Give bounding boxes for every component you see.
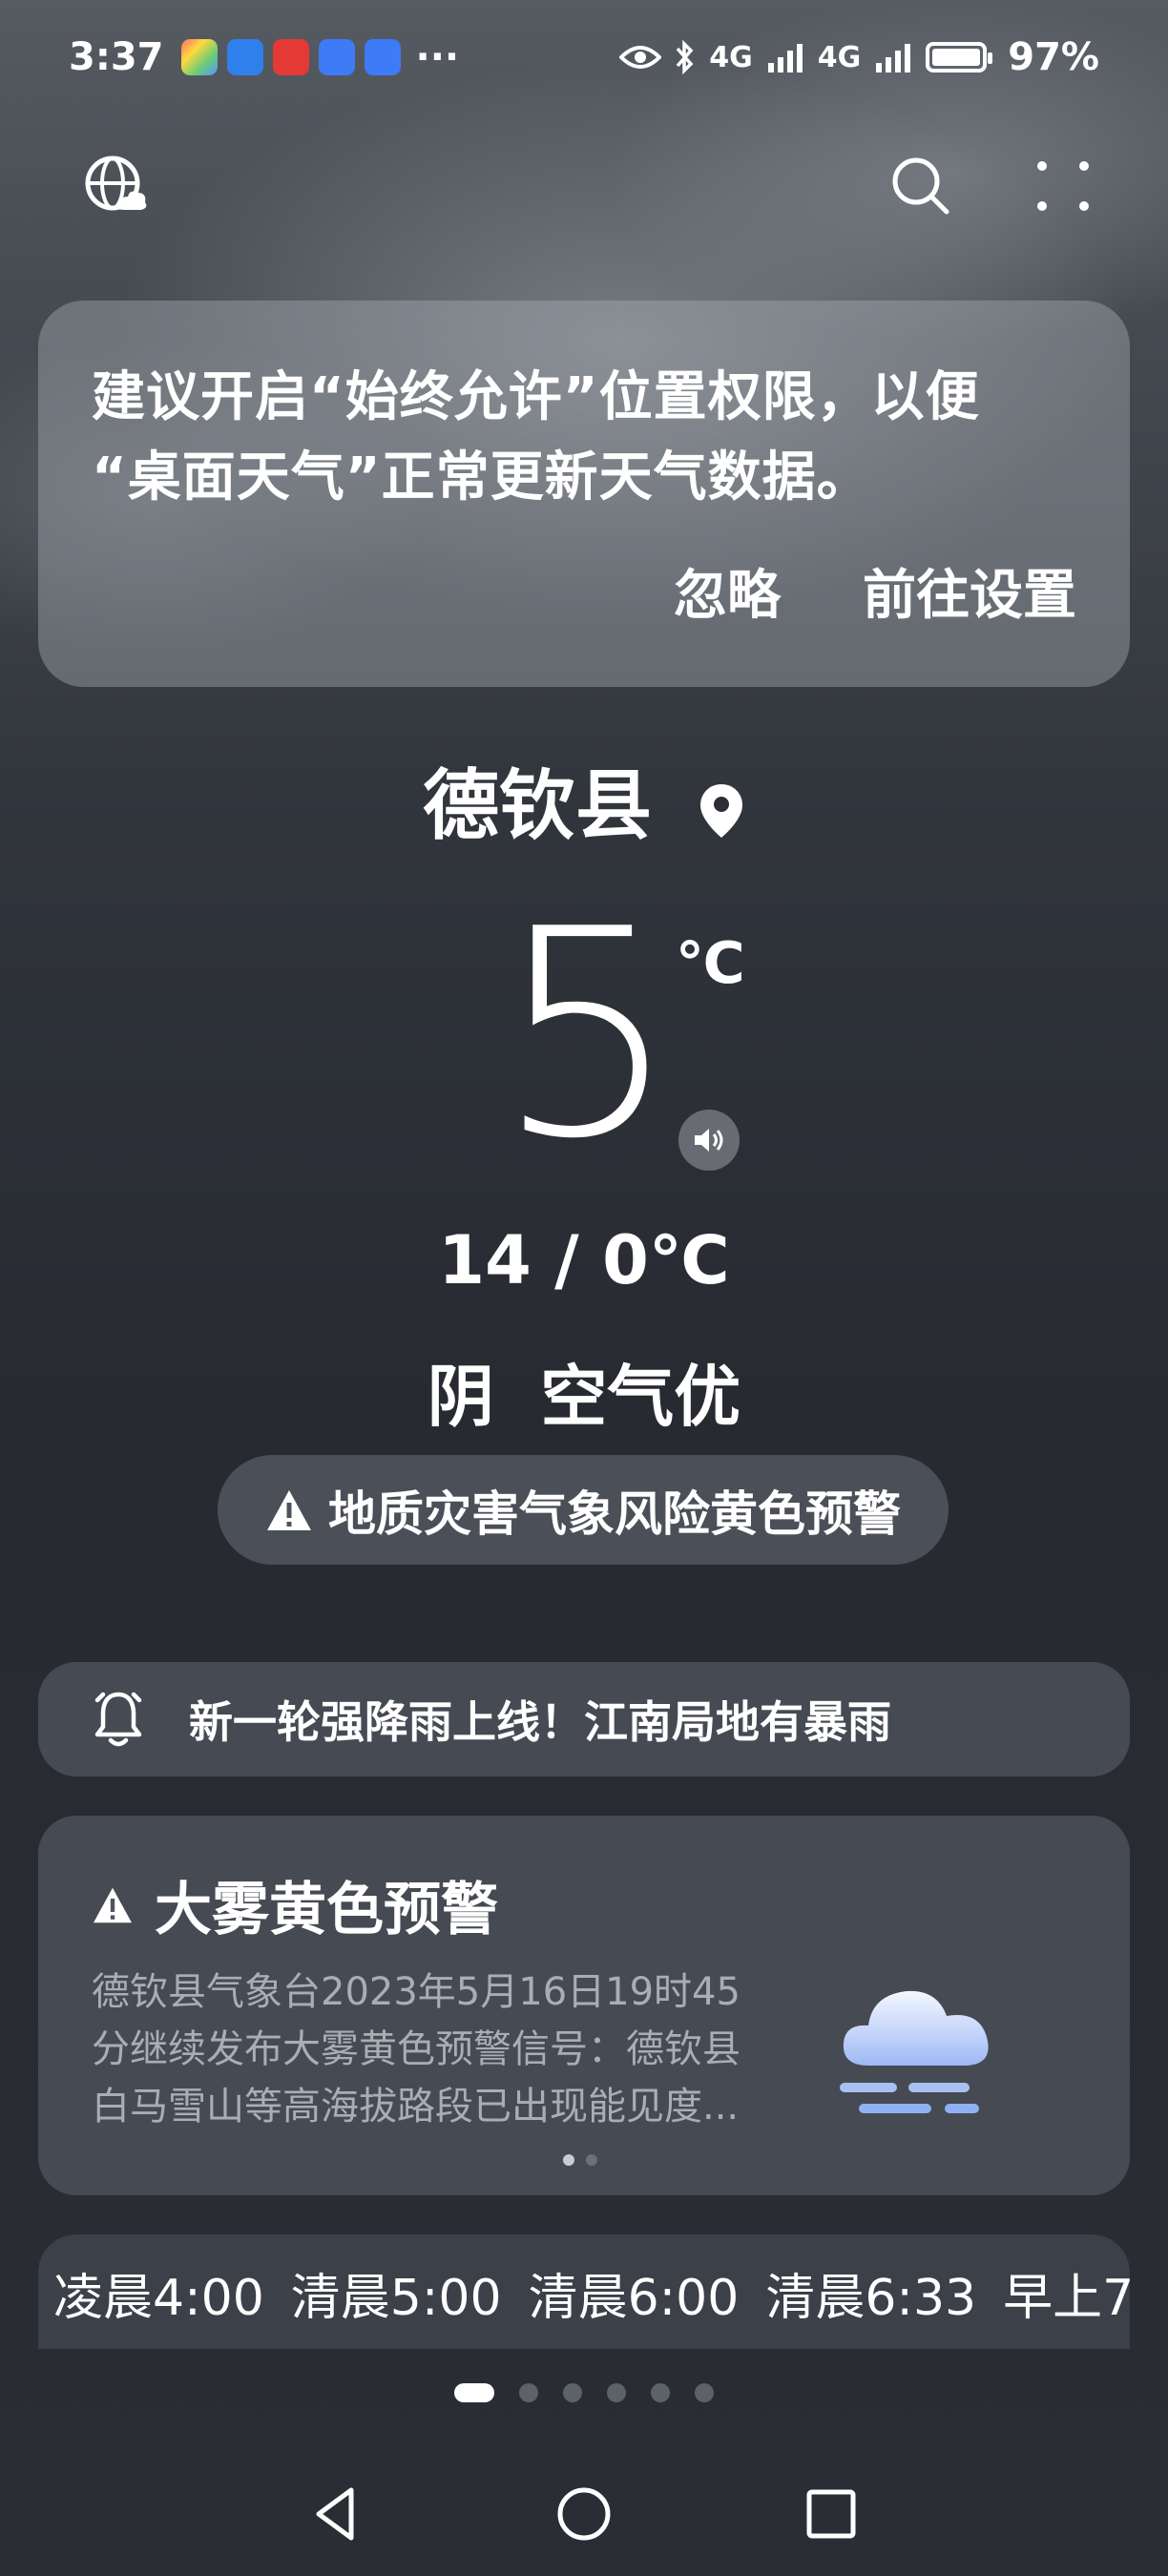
alert-line-1: 德钦县气象台2023年5月16日19时45 <box>92 1970 740 2014</box>
warning-triangle-icon <box>267 1489 311 1530</box>
page-dot <box>651 2383 670 2402</box>
weather-description: 阴 空气优 <box>0 1343 1168 1440</box>
voice-broadcast-button[interactable] <box>678 1110 740 1171</box>
location-pin-icon <box>699 784 742 839</box>
city-title[interactable]: 德钦县 <box>0 744 1168 855</box>
hour-label: 清晨6:00 <box>528 2270 740 2327</box>
eye-icon <box>619 46 662 69</box>
permission-line-1: 建议开启“始终允许”位置权限，以便 <box>92 366 980 428</box>
status-bar: 3:37 ··· 4G 4G 97% <box>0 0 1168 114</box>
page-dot <box>607 2383 626 2402</box>
permission-message: 建议开启“始终允许”位置权限，以便 “桌面天气”正常更新天气数据。 <box>92 358 1076 518</box>
pager-dot-active <box>563 2154 574 2166</box>
hourly-track: 凌晨4:00 清晨5:00 清晨6:00 清晨6:33 早上7:00 <box>53 2257 1130 2329</box>
news-text: 新一轮强降雨上线！江南局地有暴雨 <box>189 1696 891 1748</box>
speaker-icon <box>695 1129 723 1152</box>
fog-alert-card[interactable]: 大雾黄色预警 德钦县气象台2023年5月16日19时45 分继续发布大雾黄色预警… <box>38 1816 1130 2195</box>
air-quality[interactable]: 空气优 <box>540 1358 740 1436</box>
bluetooth-icon <box>676 40 694 74</box>
baidu-icon-2 <box>364 39 401 75</box>
page-dot <box>563 2383 582 2402</box>
alert-line-3: 白马雪山等高海拔路段已出现能见度... <box>92 2085 740 2129</box>
page-dot <box>519 2383 538 2402</box>
location-permission-card: 建议开启“始终允许”位置权限，以便 “桌面天气”正常更新天气数据。 忽略 前往设… <box>38 301 1130 687</box>
signal-bars-icon <box>767 44 803 73</box>
app-icon <box>180 39 218 75</box>
current-temperature: 5 <box>496 868 678 1201</box>
city-page-indicator <box>0 2383 1168 2402</box>
page-dot <box>695 2383 714 2402</box>
top-bar <box>0 143 1168 229</box>
alert-pager-dots <box>563 2154 597 2166</box>
back-icon[interactable] <box>303 2481 370 2547</box>
permission-actions: 忽略 前往设置 <box>674 552 1076 630</box>
battery-percent: 97% <box>1008 35 1099 79</box>
page-dot-active <box>454 2383 494 2402</box>
news-banner[interactable]: 新一轮强降雨上线！江南局地有暴雨 <box>38 1662 1130 1776</box>
warning-triangle-icon <box>94 1887 132 1922</box>
bell-icon <box>94 1692 142 1747</box>
ignore-button[interactable]: 忽略 <box>674 552 781 630</box>
status-app-icons: ··· <box>180 35 460 79</box>
system-navigation-bar <box>0 2462 1168 2566</box>
signal-1-label: 4G <box>709 40 753 74</box>
permission-line-2: “桌面天气”正常更新天气数据。 <box>92 447 871 509</box>
status-time: 3:37 <box>69 35 164 79</box>
news-app-icon <box>272 39 309 75</box>
pager-dot <box>586 2154 597 2166</box>
hour-label: 清晨6:33 <box>765 2270 977 2327</box>
fog-cloud-icon <box>840 1990 989 2113</box>
home-icon[interactable] <box>551 2481 617 2547</box>
temperature-range: 14 / 0℃ <box>438 1221 730 1299</box>
status-right: 4G 4G 97% <box>619 35 1099 79</box>
weather-condition: 阴 <box>427 1358 494 1436</box>
signal-bars-icon-2 <box>876 44 911 73</box>
hour-label: 早上7:00 <box>1003 2270 1130 2327</box>
warning-pill-text: 地质灾害气象风险黄色预警 <box>328 1485 901 1542</box>
alert-title: 大雾黄色预警 <box>92 1863 498 1946</box>
search-icon[interactable] <box>887 153 954 219</box>
baidu-icon <box>318 39 355 75</box>
hour-label: 清晨5:00 <box>290 2270 502 2327</box>
alert-line-2: 分继续发布大雾黄色预警信号：德钦县 <box>92 2027 740 2071</box>
hour-label: 凌晨4:00 <box>53 2270 264 2327</box>
alert-body: 德钦县气象台2023年5月16日19时45 分继续发布大雾黄色预警信号：德钦县 … <box>92 1963 817 2135</box>
signal-2-label: 4G <box>817 40 862 74</box>
alert-title-text: 大雾黄色预警 <box>155 1877 498 1943</box>
more-menu-icon[interactable] <box>1031 153 1097 219</box>
battery-icon <box>926 42 993 73</box>
city-name: 德钦县 <box>423 761 653 850</box>
temperature-unit: ℃ <box>676 930 745 997</box>
browser-icon <box>226 39 263 75</box>
city-manage-globe-icon[interactable] <box>82 153 149 219</box>
weather-screen: { "status_bar": { "time": "3:37", "more_… <box>0 0 1168 2576</box>
more-notifications: ··· <box>415 35 460 79</box>
hourly-forecast[interactable]: 凌晨4:00 清晨5:00 清晨6:00 清晨6:33 早上7:00 <box>38 2234 1130 2349</box>
warning-pill[interactable]: 地质灾害气象风险黄色预警 <box>218 1455 949 1565</box>
recents-icon[interactable] <box>798 2481 865 2547</box>
go-to-settings-button[interactable]: 前往设置 <box>863 552 1076 630</box>
